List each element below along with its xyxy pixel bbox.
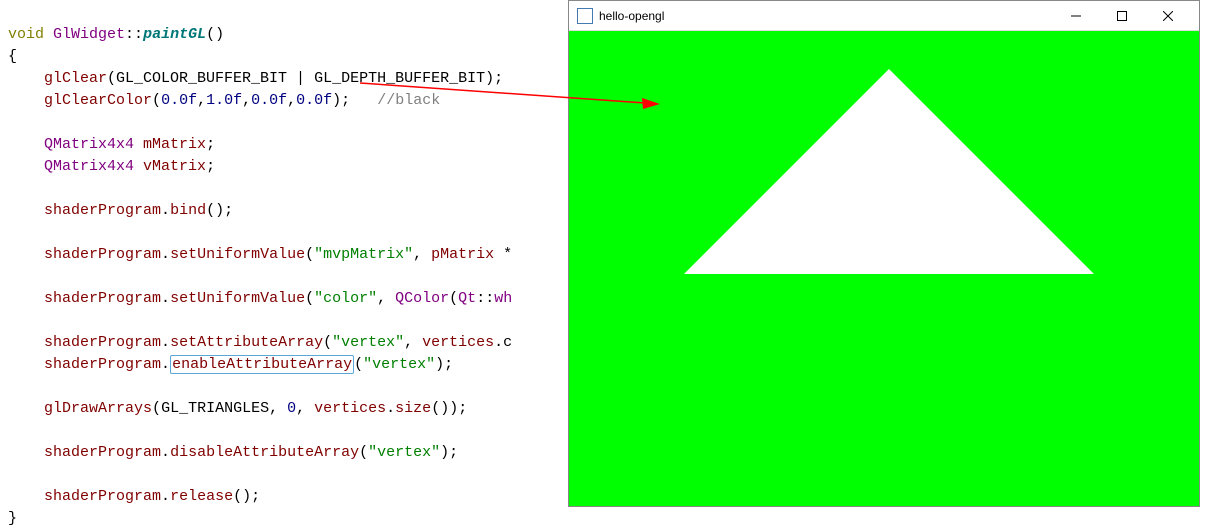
titlebar[interactable]: hello-opengl: [569, 1, 1199, 31]
close-button[interactable]: [1145, 1, 1191, 31]
maximize-button[interactable]: [1099, 1, 1145, 31]
comment-black: //black: [377, 92, 440, 109]
fn-glDrawArrays: glDrawArrays: [44, 400, 152, 417]
opengl-viewport: [569, 31, 1199, 506]
app-icon: [577, 8, 593, 24]
fn-enableAttributeArray-highlighted: enableAttributeArray: [170, 355, 354, 374]
class-name: GlWidget: [53, 26, 125, 43]
fn-glClear: glClear: [44, 70, 107, 87]
method-name: paintGL: [143, 26, 206, 43]
keyword-void: void: [8, 26, 44, 43]
maximize-icon: [1117, 11, 1127, 21]
rendered-triangle: [684, 69, 1094, 274]
fn-setUniformValue: setUniformValue: [170, 246, 305, 263]
window-title: hello-opengl: [599, 9, 1053, 23]
fn-bind: bind: [170, 202, 206, 219]
window-controls: [1053, 1, 1191, 31]
minimize-icon: [1071, 11, 1081, 21]
fn-release: release: [170, 488, 233, 505]
close-icon: [1163, 11, 1173, 21]
minimize-button[interactable]: [1053, 1, 1099, 31]
fn-setAttributeArray: setAttributeArray: [170, 334, 323, 351]
fn-disableAttributeArray: disableAttributeArray: [170, 444, 359, 461]
fn-glClearColor: glClearColor: [44, 92, 152, 109]
opengl-output-window: hello-opengl: [568, 0, 1200, 507]
code-editor: void GlWidget::paintGL() { glClear(GL_CO…: [0, 0, 568, 507]
